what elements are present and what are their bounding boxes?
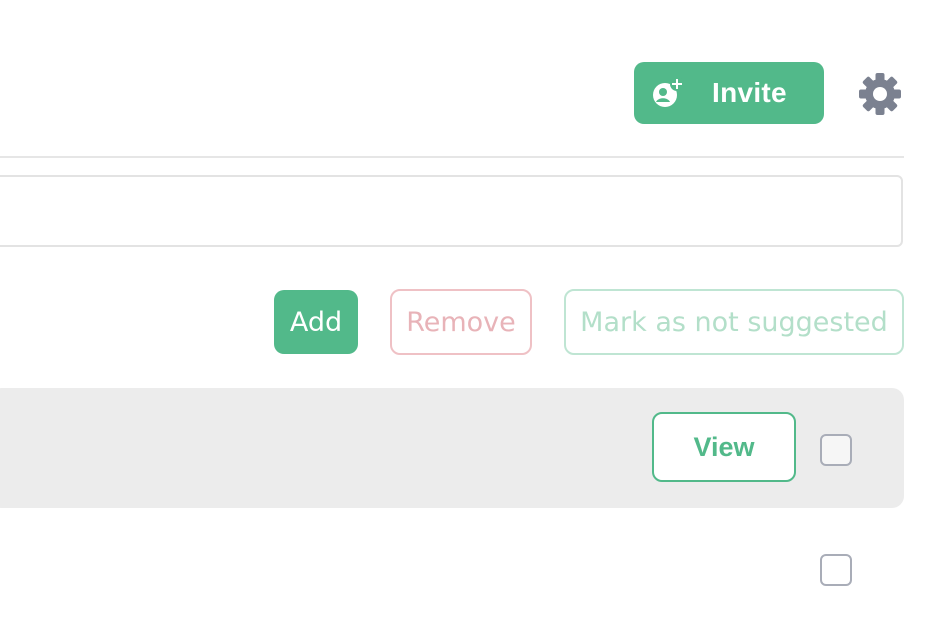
list-item: View: [0, 388, 904, 508]
page: Invite Add Remove Mark as not suggested …: [0, 0, 940, 644]
add-user-icon: [652, 77, 684, 109]
add-button[interactable]: Add: [274, 290, 358, 354]
list-item: [0, 508, 904, 644]
mark-not-suggested-button[interactable]: Mark as not suggested: [564, 289, 904, 355]
invite-label: Invite: [712, 77, 787, 108]
view-button[interactable]: View: [652, 412, 796, 482]
invite-button[interactable]: Invite: [634, 62, 824, 124]
row-checkbox[interactable]: [820, 554, 852, 586]
gear-icon[interactable]: [858, 72, 902, 116]
header-divider: [0, 156, 904, 158]
search-input[interactable]: [0, 175, 903, 247]
remove-button[interactable]: Remove: [390, 289, 532, 355]
row-checkbox[interactable]: [820, 434, 852, 466]
